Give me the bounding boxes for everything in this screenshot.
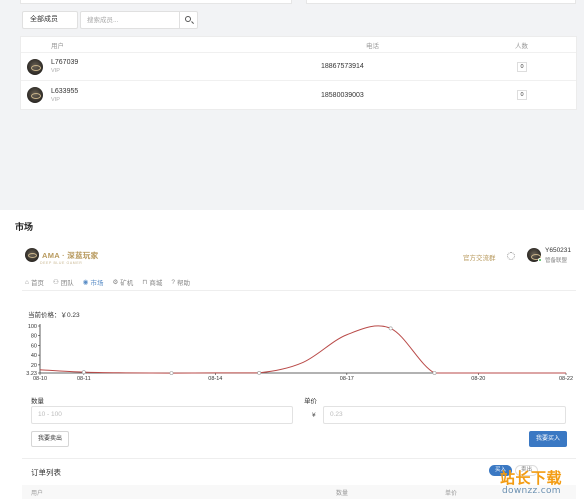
table-header: 用户 电话 人数: [21, 37, 576, 53]
member-count: 0: [517, 90, 527, 100]
nav-label: 团队: [60, 280, 74, 287]
search-button[interactable]: [180, 11, 198, 29]
nav-label: 首页: [30, 280, 44, 287]
order-list-title: 订单列表: [31, 468, 61, 477]
user-cell: L767039 VIP: [21, 58, 271, 75]
data-point: [257, 370, 262, 375]
column-header-user: 用户: [31, 490, 44, 497]
unit-price-label: 单价: [304, 398, 317, 405]
sell-button[interactable]: 我要卖出: [31, 431, 69, 447]
site-watermark: 站长下载 downzz.com: [492, 440, 584, 500]
home-icon: ⌂: [25, 278, 29, 286]
data-point: [388, 326, 393, 331]
column-header-quantity: 数量: [336, 490, 349, 497]
column-header-user: 用户: [51, 42, 64, 50]
y-tick-label: 100: [28, 324, 37, 330]
search-icon: [185, 16, 191, 22]
nav-item-team[interactable]: ⚇ 团队: [53, 277, 74, 287]
nav-label: 帮助: [176, 280, 190, 287]
x-tick-label: 08-17: [340, 376, 354, 382]
username: L633955: [51, 87, 79, 95]
data-point: [169, 371, 174, 376]
mining-icon: ⚙: [112, 279, 119, 286]
avatar: [27, 58, 43, 75]
x-tick-label: 08-14: [208, 376, 222, 382]
card-fragment: [20, 0, 292, 4]
online-status-icon: [538, 258, 542, 262]
quantity-label: 数量: [31, 398, 44, 405]
currency-symbol: ¥: [312, 412, 316, 419]
data-point: [432, 371, 437, 375]
watermark-title: 站长下载: [500, 469, 563, 487]
member-search-input[interactable]: [80, 11, 180, 29]
y-tick-label: 40: [31, 353, 37, 359]
user-group: 管备联盟: [545, 258, 568, 264]
user-id: Y650231: [545, 247, 572, 254]
gear-icon[interactable]: [507, 252, 515, 260]
logo[interactable]: AMA · 深蓝玩家: [25, 248, 98, 262]
price-line: [39, 325, 567, 374]
x-tick-label: 08-22: [559, 376, 573, 382]
app-header: AMA · 深蓝玩家 DEEP BLUE GAMER 官方交流群 Y650231…: [22, 245, 576, 267]
x-tick-label: 08-11: [77, 376, 91, 382]
vip-tag: VIP: [51, 68, 60, 74]
nav-item-help[interactable]: ? 帮助: [171, 277, 190, 288]
y-tick-label: 20: [31, 363, 37, 369]
nav-label: 商城: [149, 280, 163, 287]
shop-icon: ⊓: [142, 279, 148, 286]
member-filter-select[interactable]: 全部成员: [22, 11, 78, 29]
nav-item-mining[interactable]: ⚙ 矿机: [112, 277, 133, 287]
table-row[interactable]: L633955 VIP 18580039003 0: [21, 81, 576, 109]
data-point: [81, 370, 86, 375]
avatar: [27, 87, 43, 103]
table-row[interactable]: L767039 VIP 18867573914 0: [21, 53, 576, 81]
section-title: 市场: [15, 222, 34, 232]
nav-item-market[interactable]: ◉ 市场: [83, 277, 104, 287]
nav-label: 矿机: [120, 280, 134, 287]
column-header-count: 人数: [515, 42, 528, 50]
quantity-input[interactable]: 10 - 100: [31, 406, 293, 424]
nav-item-shop[interactable]: ⊓ 商城: [142, 277, 162, 287]
logo-subtitle: DEEP BLUE GAMER: [40, 261, 83, 265]
official-group-link[interactable]: 官方交流群: [463, 252, 496, 262]
nav-label: 市场: [90, 280, 104, 287]
member-count: 0: [517, 61, 527, 72]
team-icon: ⚇: [52, 279, 59, 286]
logo-icon: [25, 248, 39, 262]
x-tick-label: 08-20: [471, 376, 485, 382]
main-nav: ⌂ 首页 ⚇ 团队 ◉ 市场 ⚙ 矿机 ⊓ 商城 ? 帮助: [25, 277, 199, 288]
y-tick-label: 80: [31, 334, 37, 340]
vip-tag: VIP: [51, 96, 60, 103]
phone-number: 18580039003: [321, 91, 364, 99]
user-cell: L633955 VIP: [21, 87, 271, 103]
column-header-phone: 电话: [366, 42, 379, 50]
price-chart: 100806040203.2308-10 08-11 08-14 08-17 08-20…: [26, 324, 573, 382]
phone-number: 18867573914: [321, 63, 364, 70]
column-header-price: 单价: [445, 490, 458, 497]
card-fragment: [306, 0, 576, 4]
member-panel: 全部成员 用户 电话 人数 L767039 VIP 18867573914 0: [0, 0, 584, 210]
y-tick-label: 60: [31, 343, 37, 349]
x-tick-label: 08-10: [33, 376, 47, 382]
unit-price-input[interactable]: 0.23: [323, 406, 566, 424]
member-table: 用户 电话 人数 L767039 VIP 18867573914 0 L6339…: [20, 36, 577, 110]
nav-divider: [22, 290, 576, 291]
nav-item-home[interactable]: ⌂ 首页: [25, 277, 44, 288]
market-icon: ◉: [82, 279, 89, 286]
logo-text: AMA · 深蓝玩家: [42, 250, 99, 260]
member-filter: 全部成员: [22, 11, 198, 29]
help-icon: ?: [171, 278, 175, 286]
watermark-url: downzz.com: [502, 486, 561, 496]
username: L767039: [51, 59, 79, 66]
